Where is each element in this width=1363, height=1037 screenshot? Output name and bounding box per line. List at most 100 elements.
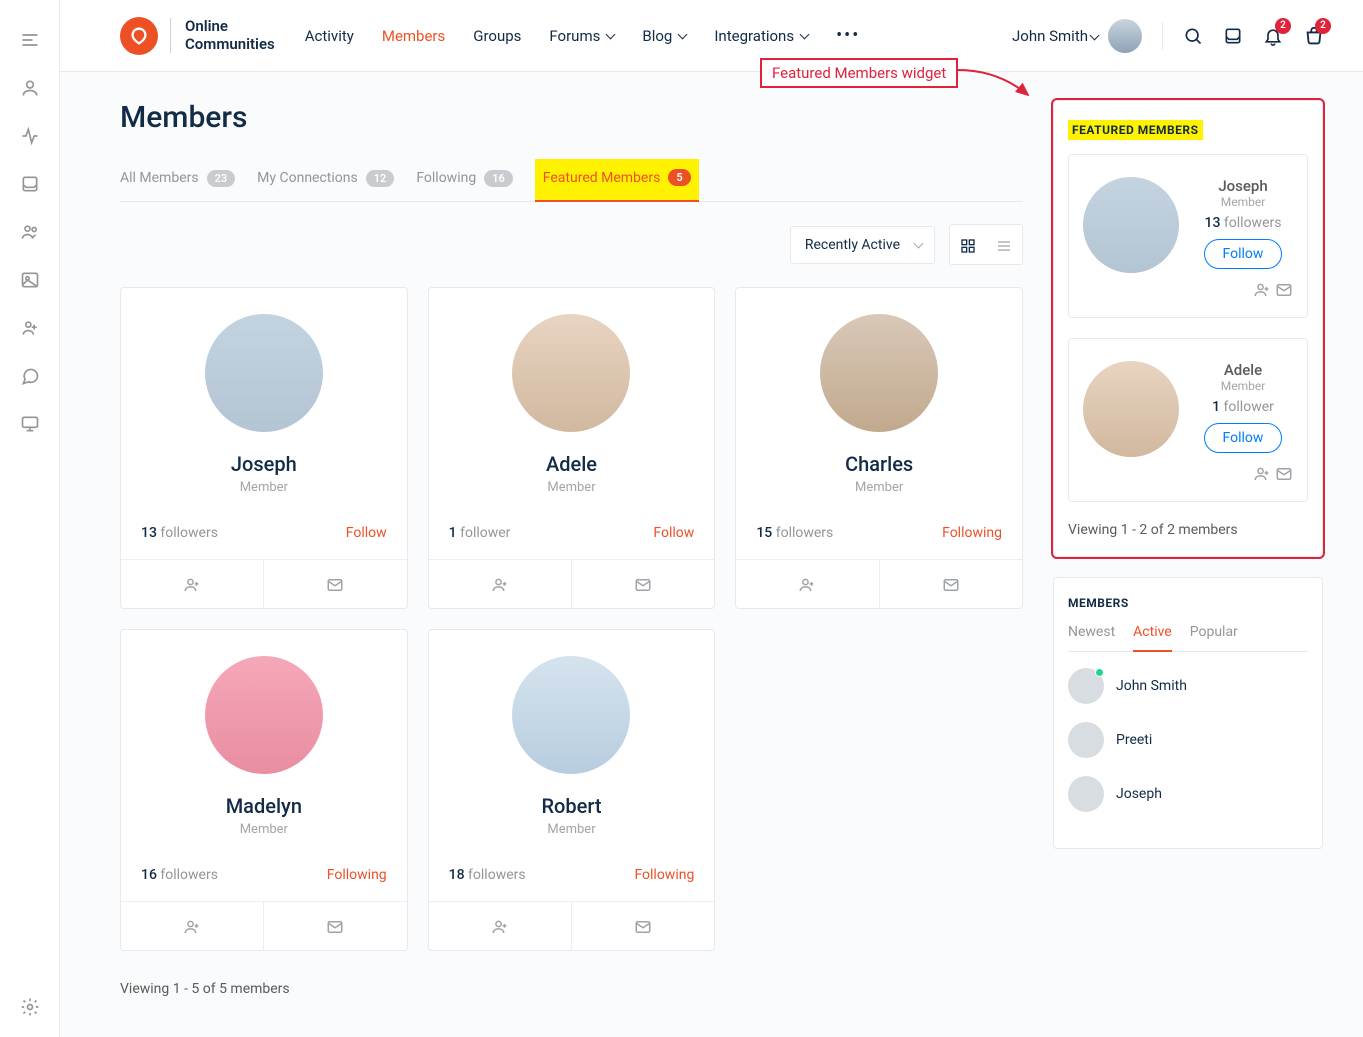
add-friend-button[interactable]	[429, 902, 572, 950]
message-button[interactable]	[572, 902, 714, 950]
member-name[interactable]: Adele	[1193, 361, 1293, 379]
people-icon[interactable]	[20, 222, 40, 242]
image-icon[interactable]	[20, 270, 40, 290]
chat-icon[interactable]	[20, 366, 40, 386]
annotation-arrow	[958, 65, 1038, 105]
member-name[interactable]: Adele	[449, 452, 695, 476]
nav-activity[interactable]: Activity	[305, 25, 354, 46]
member-role: Member	[1193, 195, 1293, 209]
followers-count: 1 follower	[1193, 399, 1293, 415]
message-button[interactable]	[264, 560, 406, 608]
message-button[interactable]	[880, 560, 1022, 608]
logo[interactable]: OnlineCommunities	[120, 17, 275, 55]
view-toggle	[949, 224, 1023, 265]
follow-button[interactable]: Following	[942, 525, 1002, 541]
followers-count: 15 followers	[756, 525, 833, 541]
member-role: Member	[756, 480, 1002, 495]
list-item[interactable]: Preeti	[1068, 722, 1308, 758]
member-name: John Smith	[1116, 678, 1187, 694]
member-name[interactable]: Joseph	[141, 452, 387, 476]
avatar[interactable]	[820, 314, 938, 432]
user-menu[interactable]: John Smith	[1012, 19, 1142, 53]
page-title: Members	[120, 100, 1023, 135]
follow-button[interactable]: Following	[634, 867, 694, 883]
divider	[1162, 22, 1163, 50]
featured-member-card: Joseph Member 13 followers Follow	[1068, 154, 1308, 318]
member-name: Preeti	[1116, 732, 1152, 748]
nav-blog[interactable]: Blog	[642, 25, 686, 46]
message-button[interactable]	[1271, 279, 1293, 298]
friends-icon[interactable]	[20, 318, 40, 338]
avatar	[1068, 722, 1104, 758]
add-friend-button[interactable]	[121, 560, 264, 608]
message-button[interactable]	[1271, 463, 1293, 482]
avatar[interactable]	[512, 656, 630, 774]
tab-my-connections[interactable]: My Connections12	[257, 159, 394, 201]
mw-tab-active[interactable]: Active	[1133, 624, 1172, 652]
avatar[interactable]	[1083, 361, 1179, 457]
avatar[interactable]	[205, 656, 323, 774]
member-card: Joseph Member 13 followers Follow	[120, 287, 408, 609]
menu-icon[interactable]	[20, 30, 40, 50]
list-item[interactable]: John Smith	[1068, 668, 1308, 704]
members-grid: Joseph Member 13 followers Follow Adele …	[120, 287, 1023, 951]
widget-title: FEATURED MEMBERS	[1068, 120, 1203, 140]
inbox-icon[interactable]	[20, 174, 40, 194]
widget-footer: Viewing 1 - 2 of 2 members	[1068, 522, 1308, 538]
tab-following[interactable]: Following16	[416, 159, 512, 201]
add-friend-button[interactable]	[429, 560, 572, 608]
member-role: Member	[141, 480, 387, 495]
follow-button[interactable]: Follow	[1204, 423, 1283, 453]
add-friend-button[interactable]	[1249, 463, 1271, 482]
tab-featured-members[interactable]: Featured Members5	[535, 159, 699, 202]
inbox-icon[interactable]	[1223, 26, 1243, 46]
message-button[interactable]	[572, 560, 714, 608]
follow-button[interactable]: Following	[327, 867, 387, 883]
add-friend-button[interactable]	[121, 902, 264, 950]
member-name[interactable]: Madelyn	[141, 794, 387, 818]
member-name[interactable]: Joseph	[1193, 177, 1293, 195]
nav-groups[interactable]: Groups	[473, 25, 521, 46]
follow-button[interactable]: Follow	[653, 525, 694, 541]
message-button[interactable]	[264, 902, 406, 950]
add-friend-button[interactable]	[736, 560, 879, 608]
mw-tab-popular[interactable]: Popular	[1190, 624, 1238, 651]
desktop-icon[interactable]	[20, 414, 40, 434]
follow-button[interactable]: Follow	[1204, 239, 1283, 269]
header: OnlineCommunities Activity Members Group…	[60, 0, 1363, 72]
activity-icon[interactable]	[20, 126, 40, 146]
sort-select[interactable]: Recently Active	[790, 226, 935, 264]
cart-icon[interactable]: 2	[1303, 26, 1323, 46]
nav-members[interactable]: Members	[382, 25, 445, 46]
avatar[interactable]	[512, 314, 630, 432]
cart-badge: 2	[1315, 18, 1331, 34]
list-item[interactable]: Joseph	[1068, 776, 1308, 812]
add-friend-button[interactable]	[1249, 279, 1271, 298]
member-name[interactable]: Charles	[756, 452, 1002, 476]
followers-count: 13 followers	[1193, 215, 1293, 231]
tab-all-members[interactable]: All Members23	[120, 159, 235, 201]
avatar	[1068, 776, 1104, 812]
followers-count: 1 follower	[449, 525, 511, 541]
grid-view-button[interactable]	[950, 225, 986, 264]
search-icon[interactable]	[1183, 26, 1203, 46]
user-icon[interactable]	[20, 78, 40, 98]
nav-integrations[interactable]: Integrations	[714, 25, 808, 46]
nav-more[interactable]: •••	[836, 25, 860, 46]
followers-count: 13 followers	[141, 525, 218, 541]
pager: Viewing 1 - 5 of 5 members	[120, 981, 1023, 997]
member-role: Member	[449, 480, 695, 495]
mw-tab-newest[interactable]: Newest	[1068, 624, 1115, 651]
settings-icon[interactable]	[20, 997, 40, 1017]
online-indicator	[1095, 668, 1104, 677]
featured-member-card: Adele Member 1 follower Follow	[1068, 338, 1308, 502]
avatar[interactable]	[205, 314, 323, 432]
list-view-button[interactable]	[986, 225, 1022, 264]
user-name: John Smith	[1012, 27, 1098, 45]
member-card: Robert Member 18 followers Following	[428, 629, 716, 951]
bell-icon[interactable]: 2	[1263, 26, 1283, 46]
nav-forums[interactable]: Forums	[549, 25, 614, 46]
follow-button[interactable]: Follow	[346, 525, 387, 541]
avatar[interactable]	[1083, 177, 1179, 273]
member-name[interactable]: Robert	[449, 794, 695, 818]
